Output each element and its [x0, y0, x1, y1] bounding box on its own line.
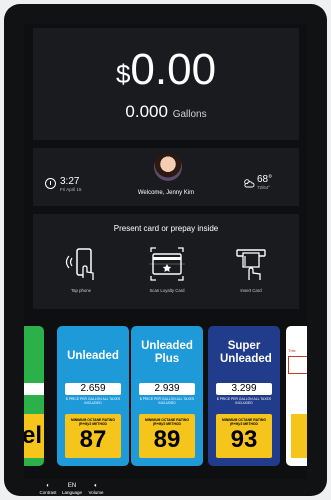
accessibility-bar: ◐ Contrast EN Language 🔈︎ Volume: [24, 482, 307, 496]
tap-phone-label: Tap phone: [70, 288, 92, 293]
gallons-value: 0.000: [125, 102, 168, 121]
weather-icon: [243, 178, 255, 191]
octane-rating-box: MINIMUM OCTANE RATING (R+M)/2 METHOD 87: [65, 414, 121, 458]
transaction-amount: $0.00: [33, 46, 299, 94]
fuel-card-super-unleaded[interactable]: Super Unleaded 3.299 $ PRICE PER GALLON …: [208, 326, 280, 466]
scan-loyalty-card-option[interactable]: Scan Loyalty Card: [137, 244, 197, 293]
volume-label: Volume: [88, 490, 104, 495]
partial-card-box: [288, 356, 307, 374]
payment-panel: Present card or prepay inside Tap phone: [33, 214, 299, 309]
octane-value: 87: [79, 426, 107, 453]
octane-rating-box: MINIMUM OCTANE RATING (R+M)/2 METHOD 93: [216, 414, 272, 458]
scan-loyalty-card-label: Scan Loyalty Card: [149, 288, 185, 293]
partial-card-text: el: [24, 414, 44, 458]
pump-screen: $0.00 0.000 Gallons 3:27 Fri April 15 We…: [24, 24, 307, 479]
language-button[interactable]: EN Language: [60, 482, 84, 495]
avatar: [154, 153, 182, 181]
fuel-card-partial-left[interactable]: el: [24, 326, 44, 466]
fuel-card-unleaded[interactable]: Unleaded 2.659 $ PRICE PER GALLON ALL TA…: [57, 326, 129, 466]
contrast-icon: ◐: [46, 483, 50, 489]
fuel-grade-name: Unleaded Plus: [141, 340, 193, 365]
gallons-unit: Gallons: [172, 109, 207, 120]
tap-phone-option[interactable]: Tap phone: [51, 244, 111, 293]
device-frame: $0.00 0.000 Gallons 3:27 Fri April 15 We…: [4, 4, 327, 496]
contrast-label: Contrast: [39, 490, 57, 495]
language-icon: EN: [67, 483, 77, 489]
welcome-greeting: Welcome, Jenny Kim: [137, 190, 195, 196]
octane-label: MINIMUM OCTANE RATING (R+M)/2 METHOD: [222, 418, 266, 426]
currency-symbol: $: [115, 59, 131, 89]
fuel-price-note: $ PRICE PER GALLON ALL TAXES INCLUDED: [139, 397, 195, 405]
insert-card-label: Insert Card: [240, 288, 262, 293]
fuel-grade-name: Unleaded: [67, 350, 119, 362]
partial-card-text: This: [288, 348, 296, 353]
partial-price-field: [24, 383, 44, 395]
welcome-panel: 3:27 Fri April 15 Welcome, Jenny Kim 68°…: [33, 148, 299, 206]
fuel-grade-carousel[interactable]: el Unleaded 2.659 $ PRICE PER GALLON ALL…: [24, 316, 307, 466]
scan-loyalty-card-icon: [147, 244, 187, 284]
insert-card-icon: [231, 244, 271, 284]
octane-label: MINIMUM OCTANE RATING (R+M)/2 METHOD: [145, 418, 189, 426]
amount-value: 0.00: [130, 45, 217, 94]
tap-phone-icon: [61, 244, 101, 284]
clock-icon: [45, 178, 56, 189]
fuel-card-unleaded-plus[interactable]: Unleaded Plus 2.939 $ PRICE PER GALLON A…: [131, 326, 203, 466]
octane-value: 89: [153, 426, 181, 453]
fuel-price-note: $ PRICE PER GALLON ALL TAXES INCLUDED: [65, 397, 121, 405]
payment-title: Present card or prepay inside: [113, 224, 219, 233]
octane-value: 93: [230, 426, 258, 453]
octane-label: MINIMUM OCTANE RATING (R+M)/2 METHOD: [71, 418, 115, 426]
temperature-value: 68°: [257, 174, 273, 185]
transaction-panel: $0.00 0.000 Gallons: [33, 28, 299, 140]
high-low-value: 72/64°: [257, 185, 271, 190]
fuel-price: 2.939: [139, 383, 195, 395]
fuel-price: 3.299: [216, 383, 272, 395]
fuel-price-note: $ PRICE PER GALLON ALL TAXES INCLUDED: [216, 397, 272, 405]
volume-button[interactable]: 🔈︎ Volume: [84, 482, 108, 495]
language-label: Language: [61, 490, 83, 495]
fuel-price: 2.659: [65, 383, 121, 395]
fuel-card-partial-right[interactable]: This: [286, 326, 307, 466]
octane-rating-box: MINIMUM OCTANE RATING (R+M)/2 METHOD 89: [139, 414, 195, 458]
volume-icon: 🔈︎: [94, 483, 98, 489]
gallons-readout: 0.000 Gallons: [33, 102, 299, 122]
time-value: 3:27: [60, 176, 80, 187]
contrast-button[interactable]: ◐ Contrast: [36, 482, 60, 495]
insert-card-option[interactable]: Insert Card: [221, 244, 281, 293]
partial-card-octane: [291, 414, 307, 458]
fuel-grade-name: Super Unleaded: [220, 340, 272, 365]
